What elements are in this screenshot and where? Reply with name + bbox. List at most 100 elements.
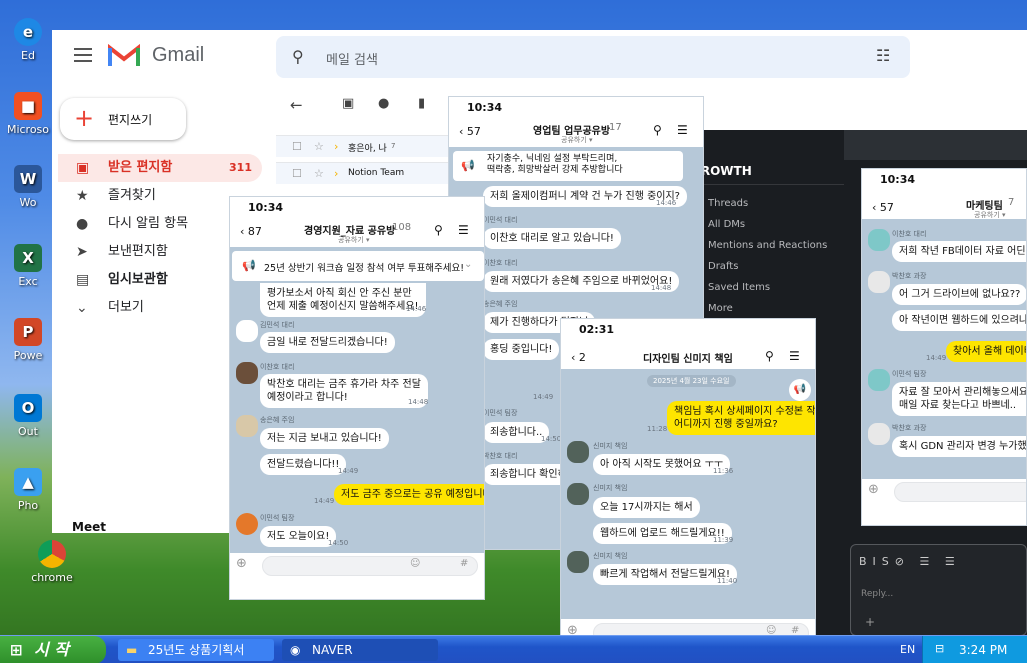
back-button[interactable]: ‹ 87 [240, 225, 262, 238]
meet-label: Meet [72, 520, 106, 534]
avatar[interactable] [236, 362, 258, 384]
chat-bubble: 이찬호 대리로 알고 있습니다! [483, 228, 621, 249]
chat-bubble: 평가보소서 아직 회신 안 주신 분만 언제 제출 예정이신지 말씀해주세요! [260, 283, 426, 317]
chat-bubble: 홍딩 중입니다! [483, 339, 560, 360]
star-icon[interactable]: ☆ [314, 167, 324, 180]
desktop-icon-chrome[interactable]: chrome [24, 540, 80, 584]
important-icon[interactable]: › [334, 140, 338, 153]
chat-input-bar: ⊕ [862, 479, 1026, 525]
chevron-down-icon: ⌄ [76, 300, 88, 316]
menu-icon[interactable]: ☰ [789, 349, 800, 363]
my-chat-bubble: 저도 금주 중으로는 공유 예정입니다! [334, 484, 484, 505]
search-bar[interactable]: ⚲ 메일 검색 ☷ [276, 36, 910, 78]
plus-icon[interactable]: ⊕ [868, 482, 879, 497]
back-button[interactable]: ‹ 57 [459, 125, 481, 138]
message-input[interactable] [894, 482, 1026, 502]
back-arrow-icon[interactable]: ← [290, 96, 303, 114]
desktop-icon-word[interactable]: W Wo [0, 165, 56, 209]
desktop-icon-excel[interactable]: X Exc [0, 244, 56, 288]
hash-icon[interactable]: # [460, 558, 468, 569]
megaphone-icon: 📢 [461, 159, 475, 172]
avatar[interactable] [236, 513, 258, 535]
emoji-icon[interactable]: ☺ [410, 558, 420, 569]
chat-bubble: 어 그거 드라이브에 없나요?? [892, 284, 1026, 305]
desktop-icon-microsoft[interactable]: ■ Microso [0, 92, 56, 136]
gmail-logo-icon [108, 43, 140, 68]
menu-icon[interactable]: ☰ [677, 123, 688, 137]
format-toolbar[interactable]: BIS⊘ ☰ ☰ [859, 555, 961, 568]
reply-input[interactable]: Reply... [861, 589, 893, 599]
chevron-down-icon[interactable]: ⌄ [464, 259, 472, 270]
important-icon[interactable]: › [334, 167, 338, 180]
chat-bubble: 아 작년이면 웹하드에 있으려나 [892, 310, 1026, 331]
search-input[interactable]: 메일 검색 [326, 49, 378, 68]
edge-icon: e [14, 18, 42, 46]
avatar[interactable] [567, 551, 589, 573]
archive-icon[interactable]: ▣ [342, 96, 354, 111]
avatar[interactable] [868, 271, 890, 293]
chat-window-marketing: 10:34 ‹ 57 마케팅팀 7 공유하기 ▾ 이찬호 대리 저희 작년 FB… [861, 168, 1027, 526]
powerpoint-icon: P [14, 318, 42, 346]
chat-window-management: 10:34 ‹ 87 경영지원_자료 공유방 108 공유하기 ▾ ⚲ ☰ 📢 … [229, 196, 485, 600]
avatar[interactable] [567, 441, 589, 463]
avatar[interactable] [236, 320, 258, 342]
back-button[interactable]: ‹ 57 [872, 201, 894, 214]
avatar[interactable] [868, 229, 890, 251]
avatar[interactable] [868, 423, 890, 445]
nav-inbox[interactable]: ▣ 받은 편지함 311 [58, 154, 262, 182]
filter-icon[interactable]: ☷ [876, 46, 890, 65]
trash-icon[interactable]: ▮ [418, 96, 425, 111]
search-icon[interactable]: ⚲ [765, 349, 774, 363]
reply-box[interactable]: BIS⊘ ☰ ☰ Reply... + [850, 544, 1027, 636]
search-icon[interactable]: ⚲ [292, 47, 304, 66]
chat-input-bar: ⊕ ☺ # [230, 553, 484, 599]
chrome-icon: ◉ [290, 643, 301, 657]
status-time: 10:34 [862, 169, 1026, 189]
menu-icon[interactable] [74, 48, 92, 62]
clock: 3:24 PM [959, 643, 1008, 657]
megaphone-icon[interactable]: 📢 [789, 379, 811, 401]
report-icon[interactable]: ● [378, 96, 389, 111]
chat-bubble: 박찬호 대리는 금주 휴가라 차주 전달 예정이라고 합니다! [260, 374, 428, 408]
start-button[interactable]: ⊞ 시 작 [0, 636, 106, 663]
avatar[interactable] [868, 369, 890, 391]
photos-icon: ▲ [14, 468, 42, 496]
word-icon: W [14, 165, 42, 193]
sidebar-item-mentions[interactable]: Mentions and Reactions [692, 240, 827, 251]
chat-header: ‹ 87 경영지원_자료 공유방 108 공유하기 ▾ ⚲ ☰ [230, 217, 484, 247]
chat-window-design: 02:31 ‹ 2 디자인팀 신미지 책임 ⚲ ☰ 2025년 4월 23일 수… [560, 318, 816, 650]
desktop-icon-outlook[interactable]: O Out [0, 394, 56, 438]
status-time: 10:34 [449, 97, 703, 117]
compose-button[interactable]: + 편지쓰기 [60, 98, 186, 140]
date-divider: 2025년 4월 23일 수요일 [647, 375, 736, 387]
search-icon[interactable]: ⚲ [653, 123, 662, 137]
chat-bubble: 죄송합니다.. [483, 422, 550, 443]
notice-bar[interactable]: 📢 25년 상반기 워크숍 일정 참석 여부 투표해주세요! ⌄ [232, 251, 484, 281]
desktop-icon-edge[interactable]: e Ed [0, 18, 56, 62]
message-input[interactable] [262, 556, 478, 576]
checkbox-icon[interactable]: ☐ [292, 140, 302, 153]
taskbar-item-folder[interactable]: ▬ 25년도 상품기획서 [118, 639, 274, 661]
clock-icon: ● [76, 216, 89, 232]
desktop-icon-photos[interactable]: ▲ Pho [0, 468, 56, 512]
menu-icon[interactable]: ☰ [458, 223, 469, 237]
chat-bubble: 빠르게 작업해서 전달드릴게요! [593, 564, 737, 585]
add-icon[interactable]: + [865, 615, 875, 629]
avatar[interactable] [236, 415, 258, 437]
avatar[interactable] [567, 483, 589, 505]
plus-icon[interactable]: ⊕ [236, 556, 247, 571]
desktop-icon-powerpoint[interactable]: P Powe [0, 318, 56, 362]
folder-icon: ▬ [126, 643, 138, 657]
chat-bubble: 저도 오늘이요! [260, 526, 337, 547]
chat-bubble: 저희 작년 FB데이터 자료 어딘는지 [892, 241, 1026, 262]
language-indicator[interactable]: EN [900, 643, 915, 656]
search-icon[interactable]: ⚲ [434, 223, 443, 237]
notice-bar[interactable]: 📢 자기충수, 닉네임 설정 부탁드리며, 떡락충, 희망박살러 강제 추방합니… [453, 151, 683, 181]
checkbox-icon[interactable]: ☐ [292, 167, 302, 180]
taskbar-item-naver[interactable]: ◉ NAVER [282, 639, 438, 661]
megaphone-icon: 📢 [242, 259, 256, 272]
star-icon[interactable]: ☆ [314, 140, 324, 153]
network-icon[interactable]: ⊟ [935, 642, 944, 655]
back-button[interactable]: ‹ 2 [571, 351, 586, 364]
gmail-brand: Gmail [152, 44, 205, 66]
